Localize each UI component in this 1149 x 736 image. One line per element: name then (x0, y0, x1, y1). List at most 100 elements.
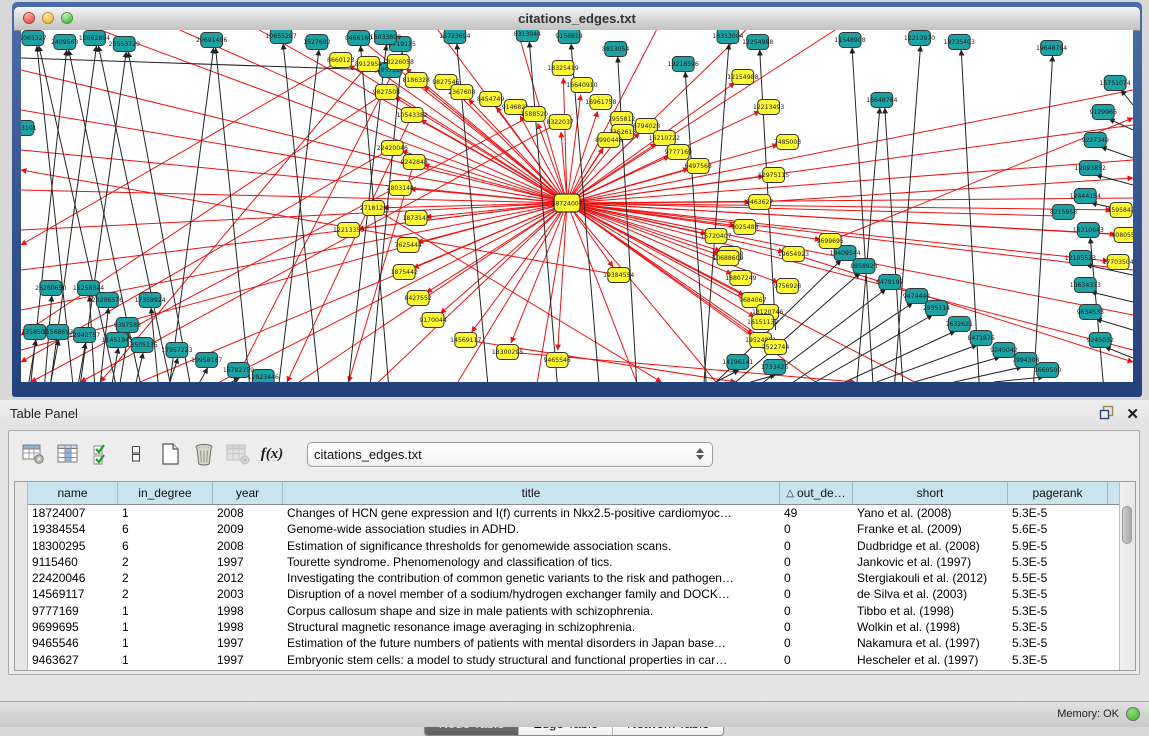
table-cell[interactable]: 2003 (213, 586, 283, 602)
table-cell[interactable]: 1 (118, 505, 213, 521)
window-titlebar[interactable]: citations_edges.txt (14, 7, 1140, 31)
function-builder-icon[interactable]: f(x) (257, 440, 287, 468)
graph-node-yellow[interactable]: 9025488 (731, 220, 758, 235)
table-cell[interactable]: 0 (780, 521, 853, 537)
graph-node-yellow[interactable]: 2803144 (387, 181, 414, 196)
graph-node-teal[interactable]: 26260650 (35, 281, 66, 296)
table-cell[interactable]: 6 (118, 521, 213, 537)
table-cell[interactable]: Changes of HCN gene expression and I(f) … (283, 505, 780, 521)
table-cell[interactable]: Genome-wide association studies in ADHD. (283, 521, 780, 537)
graph-node-yellow[interactable]: 18226058 (383, 55, 414, 70)
citation-edge-black[interactable] (1096, 319, 1133, 330)
table-cell[interactable]: 2009 (213, 521, 283, 537)
graph-node-teal[interactable]: 16033809 (370, 30, 401, 45)
close-panel-icon[interactable]: ✕ (1126, 408, 1139, 422)
graph-node-teal[interactable]: 20206576 (92, 293, 123, 308)
graph-node-teal[interactable]: 1733426 (761, 360, 788, 375)
graph-node-teal[interactable]: 9634533 (1077, 305, 1104, 320)
graph-node-teal[interactable]: 12942757 (69, 328, 100, 343)
citation-edge-red[interactable] (567, 203, 1133, 350)
table-cell[interactable]: 9115460 (28, 554, 118, 570)
table-cell[interactable]: 5.3E-5 (1008, 586, 1108, 602)
table-cell[interactable]: 9465546 (28, 635, 118, 651)
graph-node-teal[interactable]: 10958167 (191, 353, 222, 368)
table-cell[interactable]: 0 (780, 619, 853, 635)
graph-node-yellow[interactable]: 16640910 (566, 78, 597, 93)
graph-node-yellow[interactable]: 9463627 (746, 195, 773, 210)
table-cell[interactable]: 0 (780, 570, 853, 586)
citation-edge-red[interactable] (21, 190, 567, 203)
table-cell[interactable]: 2 (118, 570, 213, 586)
graph-node-yellow[interactable]: 12975115 (758, 168, 789, 183)
graph-node-teal[interactable]: 8813054 (602, 42, 629, 57)
graph-node-yellow[interactable]: 9465546 (543, 353, 570, 368)
graph-node-teal[interactable]: 8466160 (345, 31, 372, 46)
table-row[interactable]: 1938455462009Genome-wide association stu… (28, 521, 1119, 537)
citation-edge-red[interactable] (558, 203, 567, 350)
graph-node-teal[interactable]: 19648794 (1036, 41, 1067, 56)
graph-node-hub[interactable]: 18724007 (551, 194, 582, 212)
graph-node-yellow[interactable]: 22420046 (377, 141, 408, 156)
network-graph[interactable]: 2065327240956810862894205537292069140610… (21, 30, 1133, 382)
table-cell[interactable]: 0 (780, 554, 853, 570)
graph-node-teal[interactable]: 2409568 (51, 35, 78, 50)
graph-node-yellow[interactable]: 9777169 (665, 145, 692, 160)
graph-node-teal[interactable]: 16210643 (1073, 223, 1104, 238)
citation-edge-red[interactable] (567, 95, 581, 203)
citation-edge-red[interactable] (180, 30, 567, 203)
graph-node-teal[interactable]: 20691406 (196, 33, 227, 48)
table-cell[interactable]: Structural magnetic resonance image aver… (283, 619, 780, 635)
table-cell[interactable]: 5.5E-5 (1008, 570, 1108, 586)
table-cell[interactable]: 18724007 (28, 505, 118, 521)
table-cell[interactable]: 9777169 (28, 603, 118, 619)
table-row[interactable]: 1830029562008Estimation of significance … (28, 538, 1119, 554)
table-cell[interactable]: Tibbo et al. (1998) (853, 603, 1008, 619)
table-cell[interactable]: 2012 (213, 570, 283, 586)
citation-edge-red[interactable] (567, 203, 1111, 210)
table-cell[interactable]: 1 (118, 652, 213, 668)
graph-node-teal[interactable]: 6479197 (876, 275, 903, 290)
table-cell[interactable]: de Silva et al. (2003) (853, 586, 1008, 602)
graph-node-yellow[interactable]: 1080558 (1111, 228, 1133, 243)
column-header-short[interactable]: short (853, 482, 1008, 504)
graph-node-teal[interactable]: 8313044 (514, 30, 541, 42)
graph-node-teal[interactable]: 12213970 (904, 31, 935, 46)
table-row[interactable]: 946554611997Estimation of the future num… (28, 635, 1119, 651)
citation-edge-black[interactable] (1101, 147, 1133, 158)
table-cell[interactable]: 5.3E-5 (1008, 635, 1108, 651)
table-cell[interactable]: 0 (780, 652, 853, 668)
citation-edge-black[interactable] (877, 345, 977, 382)
graph-node-teal[interactable]: 7632621 (946, 317, 973, 332)
table-cell[interactable]: Estimation of the future numbers of pati… (283, 635, 780, 651)
graph-node-yellow[interactable]: 12213359 (333, 223, 364, 238)
table-cell[interactable]: 9699695 (28, 619, 118, 635)
graph-node-yellow[interactable]: 17703504 (1102, 255, 1133, 270)
graph-node-yellow[interactable]: 1875442 (391, 265, 418, 280)
table-cell[interactable]: 18300295 (28, 538, 118, 554)
table-cell[interactable]: 14569117 (28, 586, 118, 602)
citation-edge-black[interactable] (895, 46, 921, 382)
graph-node-yellow[interactable]: 2367608 (448, 85, 475, 100)
table-cell[interactable]: 5.3E-5 (1008, 554, 1108, 570)
graph-node-teal[interactable]: 7994308 (1012, 353, 1039, 368)
graph-node-teal[interactable]: 9245032 (1087, 333, 1114, 348)
table-cell[interactable]: Dudbridge et al. (2008) (853, 538, 1008, 554)
row-height-icon[interactable] (121, 440, 151, 468)
table-select-dropdown[interactable]: citations_edges.txt (307, 442, 713, 467)
graph-node-teal[interactable]: 15723694 (439, 30, 470, 44)
table-cell[interactable]: 1998 (213, 603, 283, 619)
graph-node-teal[interactable]: 12093852 (1075, 161, 1106, 176)
citation-edge-black[interactable] (170, 48, 214, 382)
table-cell[interactable]: 0 (780, 635, 853, 651)
table-cell[interactable]: 2 (118, 554, 213, 570)
graph-node-teal[interactable]: 20553729 (109, 37, 140, 52)
table-cell[interactable]: Jankovic et al. (1997) (853, 554, 1008, 570)
table-cell[interactable]: 1997 (213, 652, 283, 668)
table-cell[interactable]: 5.3E-5 (1008, 603, 1108, 619)
graph-node-teal[interactable]: 12444154 (1070, 189, 1101, 204)
graph-node-yellow[interactable]: 1588520 (521, 107, 548, 122)
graph-node-yellow[interactable]: 1595842 (1107, 203, 1133, 218)
citation-edge-black[interactable] (994, 377, 1044, 382)
graph-node-teal[interactable]: 9245042 (990, 343, 1017, 358)
column-header-pagerank[interactable]: pagerank (1008, 482, 1108, 504)
